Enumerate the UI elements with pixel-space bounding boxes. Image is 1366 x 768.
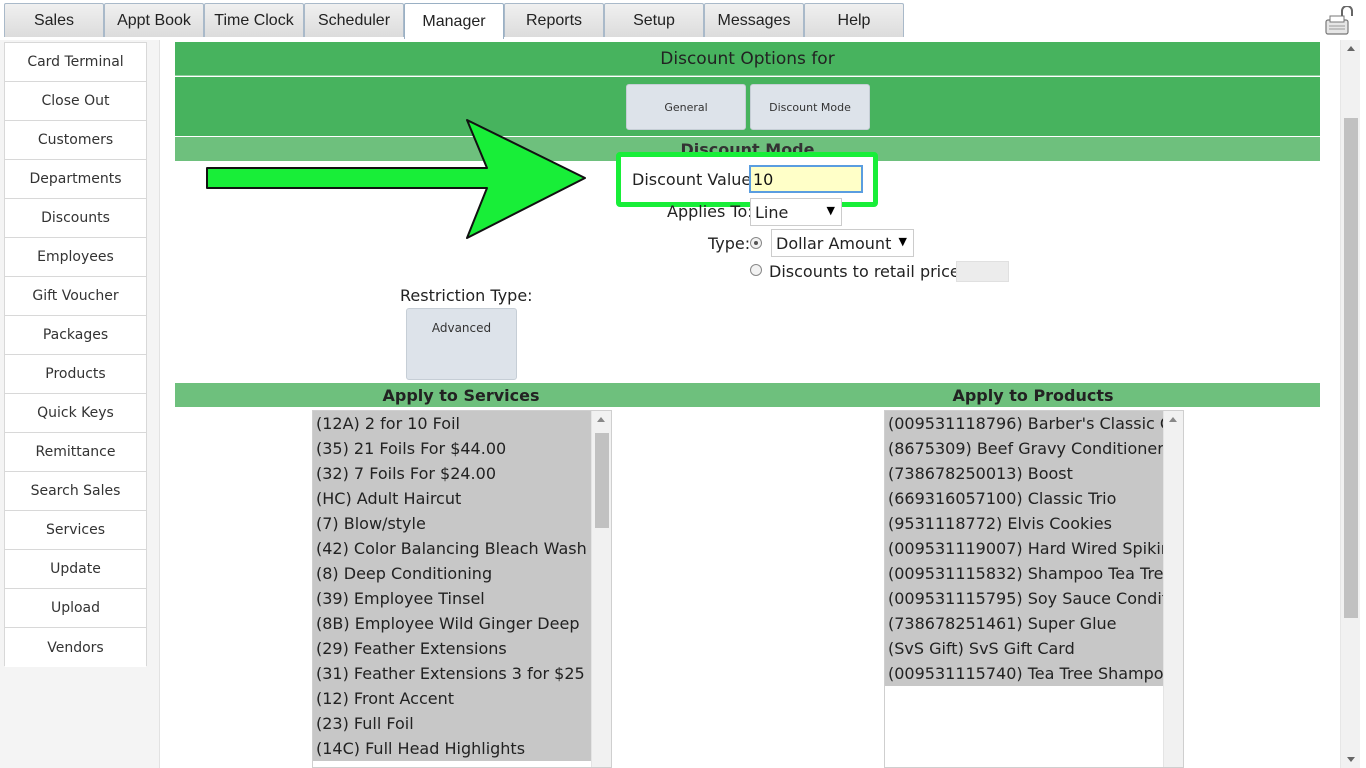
tab-scheduler[interactable]: Scheduler: [304, 3, 404, 37]
tab-reports[interactable]: Reports: [504, 3, 604, 37]
applies-to-label: Applies To:: [667, 202, 753, 221]
list-item[interactable]: (42) Color Balancing Bleach Wash: [313, 536, 591, 561]
sidebar-item-remittance[interactable]: Remittance: [5, 433, 146, 472]
list-item[interactable]: (009531119007) Hard Wired Spikin: [885, 536, 1163, 561]
list-item[interactable]: (009531115795) Soy Sauce Condit: [885, 586, 1163, 611]
tab-help[interactable]: Help: [804, 3, 904, 37]
list-item[interactable]: (009531115740) Tea Tree Shampo: [885, 661, 1163, 686]
apply-to-services-title: Apply to Services: [382, 386, 540, 405]
arrow-annotation-icon: [206, 119, 586, 239]
tab-appt-book[interactable]: Appt Book: [104, 3, 204, 37]
list-item[interactable]: (7) Blow/style: [313, 511, 591, 536]
list-item[interactable]: (32) 7 Foils For $24.00: [313, 461, 591, 486]
sidebar-item-quick-keys[interactable]: Quick Keys: [5, 394, 146, 433]
services-listbox[interactable]: (12A) 2 for 10 Foil (35) 21 Foils For $4…: [312, 410, 612, 768]
list-item[interactable]: (738678250013) Boost: [885, 461, 1163, 486]
retail-price-label: Discounts to retail price:: [769, 262, 966, 281]
list-item[interactable]: (23) Full Foil: [313, 711, 591, 736]
list-item[interactable]: (8) Deep Conditioning: [313, 561, 591, 586]
list-item[interactable]: (8B) Employee Wild Ginger Deep: [313, 611, 591, 636]
type-radio[interactable]: [750, 237, 762, 249]
list-item[interactable]: (12) Front Accent: [313, 686, 591, 711]
general-button[interactable]: General: [626, 84, 746, 130]
sidebar-item-services[interactable]: Services: [5, 511, 146, 550]
list-item[interactable]: (SvS Gift) SvS Gift Card: [885, 636, 1163, 661]
type-value: Dollar Amount: [776, 233, 892, 253]
advanced-button[interactable]: Advanced: [406, 308, 517, 380]
discount-mode-button[interactable]: Discount Mode: [750, 84, 870, 130]
list-item[interactable]: (12A) 2 for 10 Foil: [313, 411, 591, 436]
sidebar-item-departments[interactable]: Departments: [5, 160, 146, 199]
sidebar: Card Terminal Close Out Customers Depart…: [4, 42, 147, 667]
apply-bar: Apply to Services Apply to Products: [175, 383, 1320, 407]
top-tab-bar: Sales Appt Book Time Clock Scheduler Man…: [0, 0, 1366, 40]
scroll-thumb[interactable]: [595, 433, 609, 528]
discount-value-label: Discount Value:: [632, 170, 757, 189]
services-scrollbar[interactable]: [591, 411, 611, 767]
sidebar-item-employees[interactable]: Employees: [5, 238, 146, 277]
sidebar-item-update[interactable]: Update: [5, 550, 146, 589]
sidebar-item-vendors[interactable]: Vendors: [5, 628, 146, 667]
sidebar-item-card-terminal[interactable]: Card Terminal: [5, 43, 146, 82]
scroll-thumb[interactable]: [1344, 118, 1358, 618]
sidebar-item-products[interactable]: Products: [5, 355, 146, 394]
scroll-down-icon[interactable]: [1347, 757, 1355, 762]
scroll-up-icon[interactable]: [1169, 417, 1177, 422]
apply-to-products-title: Apply to Products: [952, 386, 1114, 405]
list-item[interactable]: (35) 21 Foils For $44.00: [313, 436, 591, 461]
scroll-up-icon[interactable]: [1347, 46, 1355, 51]
list-item[interactable]: (31) Feather Extensions 3 for $25: [313, 661, 591, 686]
list-item[interactable]: (29) Feather Extensions: [313, 636, 591, 661]
sidebar-item-discounts[interactable]: Discounts: [5, 199, 146, 238]
list-item[interactable]: (HC) Adult Haircut: [313, 486, 591, 511]
sidebar-item-customers[interactable]: Customers: [5, 121, 146, 160]
products-scrollbar[interactable]: [1163, 411, 1183, 767]
sidebar-item-search-sales[interactable]: Search Sales: [5, 472, 146, 511]
tab-time-clock[interactable]: Time Clock: [204, 3, 304, 37]
retail-price-input[interactable]: [956, 261, 1009, 282]
products-listbox[interactable]: (009531118796) Barber's Classic C (86753…: [884, 410, 1184, 768]
printer-lock-icon[interactable]: [1322, 6, 1358, 38]
chevron-down-icon: ▼: [826, 204, 835, 217]
products-list: (009531118796) Barber's Classic C (86753…: [885, 411, 1163, 686]
retail-price-radio[interactable]: [750, 264, 762, 276]
tab-setup[interactable]: Setup: [604, 3, 704, 37]
sidebar-item-packages[interactable]: Packages: [5, 316, 146, 355]
list-item[interactable]: (009531115832) Shampoo Tea Tre: [885, 561, 1163, 586]
list-item[interactable]: (669316057100) Classic Trio: [885, 486, 1163, 511]
list-item[interactable]: (14C) Full Head Highlights: [313, 736, 591, 761]
type-label: Type:: [708, 234, 751, 253]
discount-value-input[interactable]: [749, 165, 863, 193]
page-scrollbar[interactable]: [1340, 40, 1360, 768]
chevron-down-icon: ▼: [898, 235, 907, 248]
tab-sales[interactable]: Sales: [4, 3, 104, 37]
restriction-type-label: Restriction Type:: [400, 286, 533, 305]
sidebar-item-gift-voucher[interactable]: Gift Voucher: [5, 277, 146, 316]
list-item[interactable]: (8675309) Beef Gravy Conditioner: [885, 436, 1163, 461]
list-item[interactable]: (9531118772) Elvis Cookies: [885, 511, 1163, 536]
scroll-up-icon[interactable]: [597, 417, 605, 422]
list-item[interactable]: (738678251461) Super Glue: [885, 611, 1163, 636]
applies-to-select[interactable]: Line ▼: [750, 198, 842, 226]
tab-manager[interactable]: Manager: [404, 3, 504, 39]
sidebar-item-close-out[interactable]: Close Out: [5, 82, 146, 121]
services-list: (12A) 2 for 10 Foil (35) 21 Foils For $4…: [313, 411, 591, 761]
sidebar-item-upload[interactable]: Upload: [5, 589, 146, 628]
tab-messages[interactable]: Messages: [704, 3, 804, 37]
list-item[interactable]: (39) Employee Tinsel: [313, 586, 591, 611]
page-title: Discount Options for: [175, 42, 1320, 76]
applies-to-value: Line: [755, 202, 789, 222]
type-select[interactable]: Dollar Amount ▼: [771, 229, 914, 257]
list-item[interactable]: (009531118796) Barber's Classic C: [885, 411, 1163, 436]
